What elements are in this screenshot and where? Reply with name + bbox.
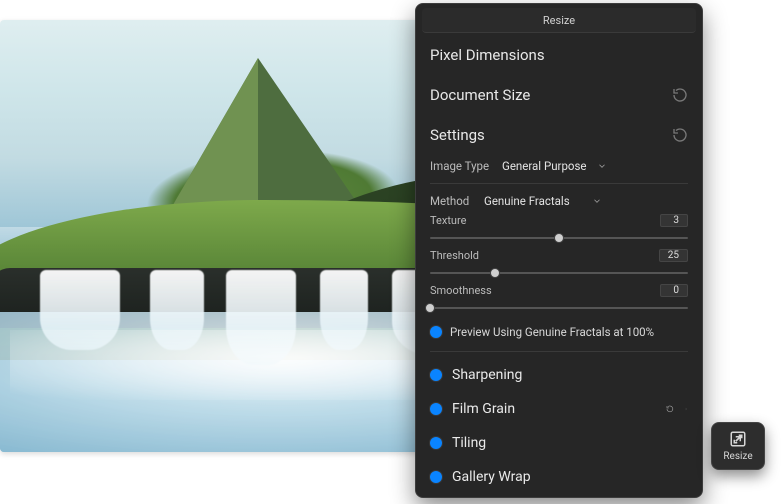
feature-label: Sharpening: [452, 367, 522, 383]
section-label: Document Size: [430, 86, 530, 104]
method-row[interactable]: Method Genuine Fractals: [416, 190, 702, 212]
slider-texture[interactable]: Texture 3: [416, 212, 702, 247]
section-settings[interactable]: Settings: [416, 115, 702, 155]
preview-toggle[interactable]: Preview Using Genuine Fractals at 100%: [416, 317, 702, 345]
reset-icon[interactable]: [672, 87, 688, 103]
slider-value[interactable]: 0: [660, 284, 688, 297]
chevron-down-icon[interactable]: [597, 161, 607, 171]
chevron-down-icon[interactable]: [592, 196, 602, 206]
section-label: Pixel Dimensions: [430, 46, 545, 64]
section-document-size[interactable]: Document Size: [416, 75, 702, 115]
divider: [430, 183, 688, 184]
slider-knob[interactable]: [490, 268, 500, 278]
slider-value[interactable]: 25: [659, 249, 688, 262]
divider: [430, 351, 688, 352]
radio-on-icon: [430, 326, 442, 338]
radio-on-icon: [430, 437, 442, 449]
method-label: Method: [430, 194, 478, 208]
slider-knob[interactable]: [554, 233, 564, 243]
feature-label: Tiling: [452, 435, 486, 451]
slider-label: Threshold: [430, 249, 479, 262]
preview-label: Preview Using Genuine Fractals at 100%: [450, 325, 654, 339]
slider-label: Texture: [430, 214, 466, 227]
feature-label: Gallery Wrap: [452, 469, 531, 485]
feature-sharpening[interactable]: Sharpening: [416, 358, 702, 392]
image-type-label: Image Type: [430, 159, 496, 173]
slider-smoothness[interactable]: Smoothness 0: [416, 282, 702, 317]
image-type-value: General Purpose: [502, 159, 587, 173]
image-type-row[interactable]: Image Type General Purpose: [416, 155, 702, 177]
section-label: Settings: [430, 126, 485, 144]
feature-gallery-wrap[interactable]: Gallery Wrap: [416, 460, 702, 494]
feature-tiling[interactable]: Tiling: [416, 426, 702, 460]
resize-tool-button[interactable]: Resize: [711, 422, 765, 470]
method-value: Genuine Fractals: [484, 194, 570, 208]
resize-panel: Resize Pixel Dimensions Document Size Se…: [415, 3, 703, 498]
radio-on-icon: [430, 471, 442, 483]
chevron-right-icon[interactable]: [684, 403, 688, 415]
resize-tool-label: Resize: [723, 451, 752, 462]
slider-threshold[interactable]: Threshold 25: [416, 247, 702, 282]
resize-icon: [729, 430, 747, 448]
panel-title: Resize: [422, 8, 696, 33]
feature-film-grain[interactable]: Film Grain: [416, 392, 702, 426]
slider-label: Smoothness: [430, 284, 492, 297]
slider-knob[interactable]: [425, 303, 435, 313]
radio-on-icon: [430, 403, 442, 415]
feature-label: Film Grain: [452, 401, 515, 417]
radio-on-icon: [430, 369, 442, 381]
section-pixel-dimensions[interactable]: Pixel Dimensions: [416, 35, 702, 75]
reset-icon[interactable]: [666, 405, 674, 413]
slider-value[interactable]: 3: [660, 214, 688, 227]
reset-icon[interactable]: [672, 127, 688, 143]
